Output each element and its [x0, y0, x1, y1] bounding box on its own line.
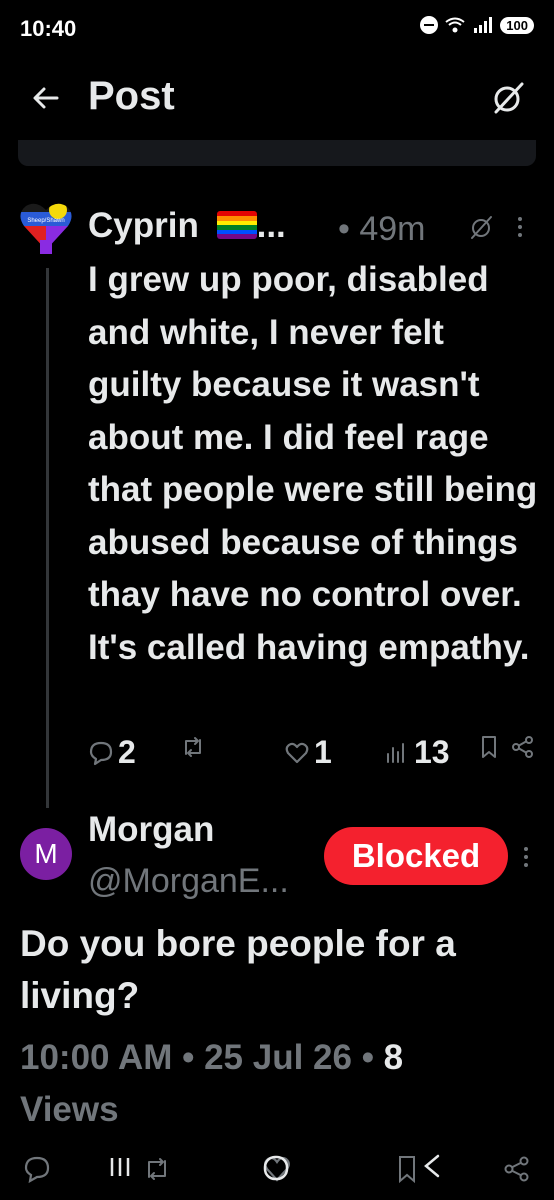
- status-bar: 10:40 100: [0, 0, 554, 58]
- reply-icon[interactable]: [22, 1154, 52, 1184]
- share-button[interactable]: [510, 734, 536, 760]
- previous-post-card: [18, 140, 536, 166]
- more-options-icon[interactable]: [514, 212, 526, 242]
- battery-indicator: 100: [500, 16, 534, 34]
- views-button[interactable]: 13: [384, 734, 450, 771]
- heart-icon: [285, 742, 309, 763]
- back-arrow-icon[interactable]: [30, 82, 62, 114]
- time-separator: •: [338, 210, 350, 248]
- blocked-button[interactable]: Blocked: [324, 827, 508, 885]
- reply-timestamp: • 49m: [338, 210, 426, 249]
- wifi-icon: [445, 17, 465, 33]
- reply-text: I grew up poor, disabled and white, I ne…: [88, 260, 538, 667]
- bottom-action-bar: [0, 1144, 554, 1200]
- reply-author[interactable]: Cyprin ...: [88, 206, 286, 246]
- like-button[interactable]: 1: [284, 734, 332, 771]
- grok-small-icon[interactable]: [468, 214, 494, 240]
- main-author-name[interactable]: Morgan: [88, 810, 214, 850]
- repost-button[interactable]: [180, 734, 210, 760]
- post-meta: 10:00 AM • 25 Jul 26 • 8 Views: [20, 1032, 540, 1136]
- repost-icon: [185, 737, 201, 757]
- status-time: 10:40: [20, 16, 77, 41]
- grok-icon[interactable]: [490, 80, 526, 116]
- status-icons: 100: [420, 16, 534, 34]
- share-icon: [512, 736, 533, 758]
- post-date: 25 Jul 26: [204, 1038, 352, 1077]
- main-author-handle[interactable]: @MorganE...: [88, 862, 289, 901]
- meta-separator: •: [351, 1038, 384, 1077]
- heart-icon[interactable]: [262, 1154, 292, 1184]
- name-truncation: ...: [256, 206, 286, 245]
- post-time: 10:00 AM: [20, 1038, 173, 1077]
- reply-button[interactable]: 2: [88, 734, 136, 771]
- bookmark-icon: [482, 736, 496, 758]
- reply-header: Cyprin ... • 49m: [88, 206, 538, 250]
- avatar-lettering: Sheep/Shawn: [27, 218, 64, 224]
- do-not-disturb-icon: [420, 16, 439, 34]
- signal-icon: [474, 17, 493, 33]
- main-post-text: Do you bore people for a living?: [20, 923, 456, 1016]
- reply-author-name[interactable]: Cyprin: [88, 206, 199, 245]
- thread-line: [46, 268, 49, 808]
- reply-actions: 2 1 13: [88, 734, 538, 774]
- post-views-label[interactable]: Views: [20, 1090, 119, 1129]
- rainbow-flag-icon: [216, 211, 257, 239]
- meta-separator: •: [172, 1038, 205, 1077]
- reply-avatar[interactable]: Sheep/Shawn: [18, 196, 74, 256]
- reply-time-ago: 49m: [359, 210, 426, 248]
- post-header: Post: [0, 58, 554, 142]
- reply-icon: [89, 741, 113, 765]
- reply-count: 2: [118, 734, 136, 770]
- bookmark-icon[interactable]: [392, 1154, 422, 1184]
- bookmark-button[interactable]: [476, 734, 502, 760]
- views-chart-icon: [387, 742, 404, 763]
- repost-icon[interactable]: [142, 1154, 172, 1184]
- views-count: 13: [414, 734, 450, 770]
- main-avatar[interactable]: M: [20, 828, 72, 880]
- share-icon[interactable]: [502, 1154, 532, 1184]
- post-views-count[interactable]: 8: [384, 1038, 403, 1077]
- like-count: 1: [314, 734, 332, 770]
- page-title: Post: [88, 74, 175, 118]
- more-options-icon[interactable]: [520, 842, 532, 872]
